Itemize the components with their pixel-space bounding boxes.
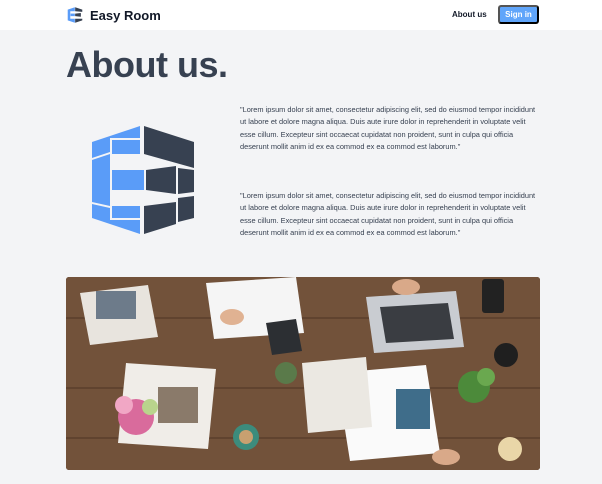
easy-room-logo-icon (92, 126, 194, 234)
team-workspace-photo (66, 277, 540, 470)
about-paragraph: "Lorem ipsum dolor sit amet, consectetur… (240, 191, 536, 237)
page-title: About us. (66, 44, 228, 85)
navbar: Easy Room About us Sign in (0, 0, 602, 30)
sign-in-button[interactable]: Sign in (498, 5, 539, 24)
brand-name: Easy Room (90, 7, 161, 23)
brand-link[interactable]: Easy Room (67, 6, 161, 24)
workspace-photo-illustration (66, 277, 540, 470)
easy-room-logo-icon (67, 7, 83, 23)
about-paragraph: "Lorem ipsum dolor sit amet, consectetur… (240, 105, 536, 151)
nav-about-link[interactable]: About us (452, 10, 487, 19)
